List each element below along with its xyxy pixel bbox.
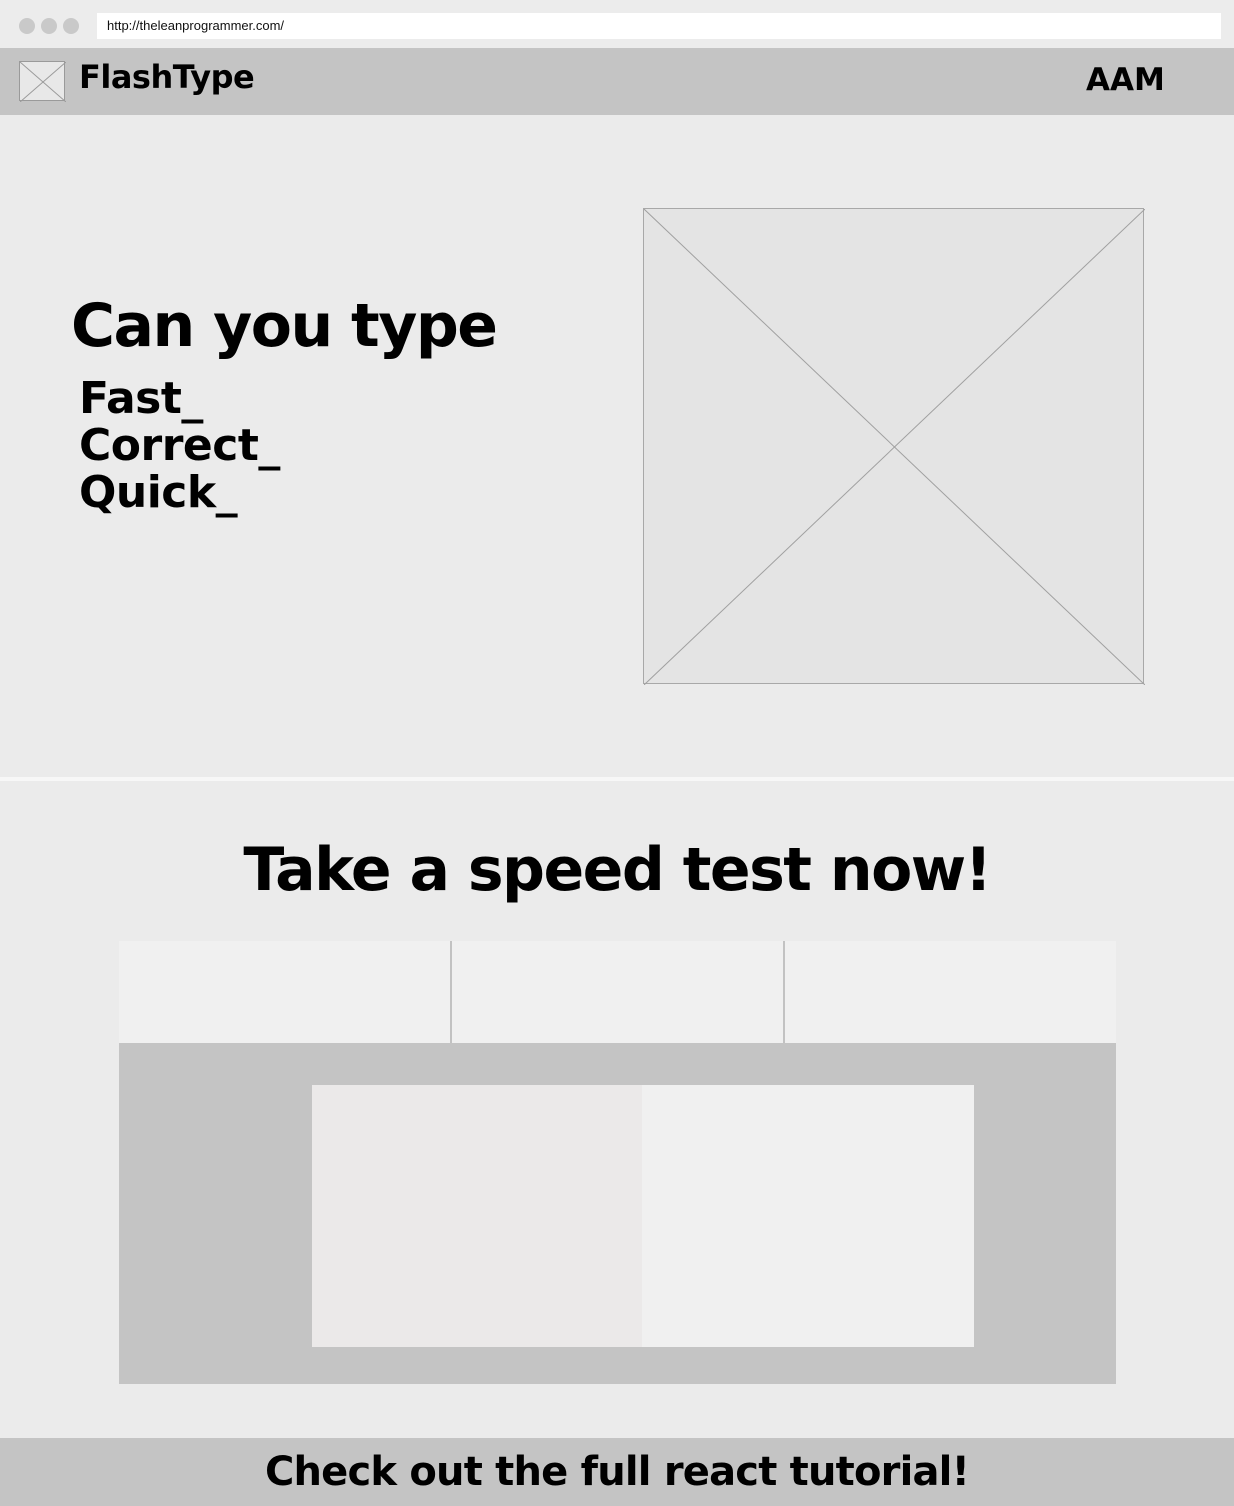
- hero-section: Can you type Fast_ Correct_ Quick_: [0, 115, 1234, 777]
- hero-title: Can you type: [71, 291, 498, 361]
- stat-box-3: [783, 941, 1116, 1043]
- speed-test-section: Take a speed test now!: [0, 781, 1234, 1438]
- brand-name[interactable]: FlashType: [79, 58, 255, 96]
- hero-word: Quick_: [79, 467, 238, 518]
- footer-tutorial-link[interactable]: Check out the full react tutorial!: [265, 1449, 970, 1495]
- site-header: FlashType AAM: [0, 48, 1234, 115]
- browser-chrome: http://theleanprogrammer.com/: [0, 0, 1234, 48]
- hero-image-placeholder-icon: [643, 208, 1145, 685]
- speed-test-title: Take a speed test now!: [243, 835, 992, 905]
- user-initials[interactable]: AAM: [1086, 62, 1165, 98]
- window-minimize-dot[interactable]: [41, 18, 57, 34]
- test-paragraph-pane: [312, 1085, 642, 1347]
- test-input-pane[interactable]: [642, 1085, 974, 1347]
- hero-typing-words: Fast_ Correct_ Quick_: [79, 375, 280, 516]
- typing-test-container: [119, 1043, 1116, 1384]
- window-close-dot[interactable]: [19, 18, 35, 34]
- window-maximize-dot[interactable]: [63, 18, 79, 34]
- address-bar[interactable]: http://theleanprogrammer.com/: [97, 13, 1221, 39]
- hero-word: Correct_: [79, 420, 280, 471]
- stat-box-2: [450, 941, 783, 1043]
- logo-image-placeholder-icon[interactable]: [19, 61, 66, 102]
- site-footer: Check out the full react tutorial!: [0, 1438, 1234, 1506]
- stats-bar: [119, 941, 1116, 1043]
- stat-box-1: [119, 941, 450, 1043]
- hero-word: Fast_: [79, 373, 203, 424]
